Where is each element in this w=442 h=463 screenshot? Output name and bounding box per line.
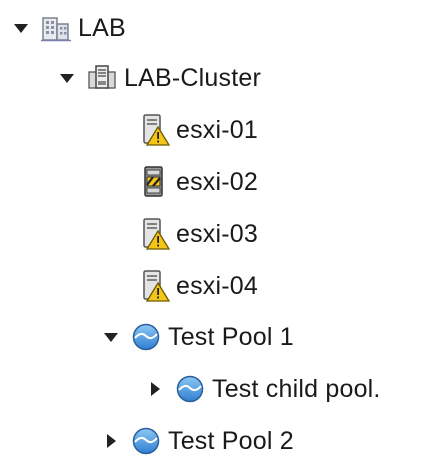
tree-node-resource-pool[interactable]: Test child pool. (144, 369, 381, 409)
datacenter-icon (38, 10, 74, 46)
tree-node-host[interactable]: esxi-02 (108, 162, 258, 202)
tree-node-resource-pool[interactable]: Test Pool 1 (100, 317, 294, 357)
host-warning-icon (136, 216, 172, 252)
tree-node-label: LAB (78, 14, 126, 42)
tree-node-resource-pool[interactable]: Test Pool 2 (100, 421, 294, 461)
tree-node-label: esxi-03 (176, 220, 258, 248)
tree-node-label: esxi-01 (176, 116, 258, 144)
host-maintenance-icon (136, 164, 172, 200)
resource-pool-icon (128, 319, 164, 355)
tree-node-label: Test Pool 2 (168, 427, 294, 455)
tree-node-label: Test Pool 1 (168, 323, 294, 351)
tree-node-datacenter[interactable]: LAB (10, 8, 126, 48)
expand-arrow-down-icon[interactable] (10, 17, 32, 39)
tree-node-host[interactable]: esxi-03 (108, 214, 258, 254)
tree-node-host[interactable]: esxi-01 (108, 110, 258, 150)
resource-pool-icon (172, 371, 208, 407)
cluster-icon (84, 60, 120, 96)
tree-node-cluster[interactable]: LAB-Cluster (56, 58, 261, 98)
tree-node-label: LAB-Cluster (124, 64, 261, 92)
host-warning-icon (136, 268, 172, 304)
resource-pool-icon (128, 423, 164, 459)
tree-node-label: esxi-02 (176, 168, 258, 196)
tree-node-label: esxi-04 (176, 272, 258, 300)
expand-arrow-right-icon[interactable] (100, 430, 122, 452)
tree-node-label: Test child pool. (212, 375, 381, 403)
expand-arrow-right-icon[interactable] (144, 378, 166, 400)
expand-arrow-down-icon[interactable] (100, 326, 122, 348)
host-warning-icon (136, 112, 172, 148)
expand-arrow-down-icon[interactable] (56, 67, 78, 89)
tree-node-host[interactable]: esxi-04 (108, 266, 258, 306)
inventory-tree: LAB LAB-Cluster esxi-01 esxi-02 esxi-03 … (0, 0, 442, 463)
